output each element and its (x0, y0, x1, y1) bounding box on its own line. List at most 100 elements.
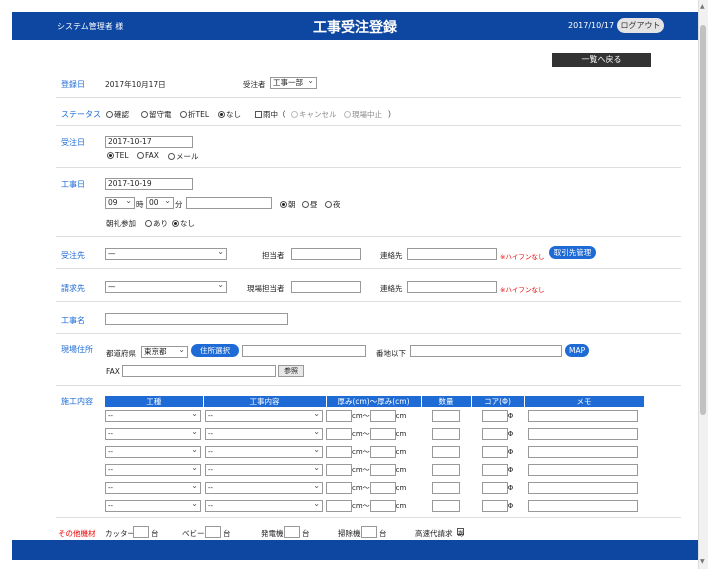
status-radio-cancel[interactable]: キャンセル (291, 109, 337, 120)
status-radio-none[interactable]: なし (218, 109, 241, 120)
work-type-select[interactable]: -- (105, 409, 201, 422)
thickness-from-input[interactable] (326, 500, 352, 512)
reference-button[interactable]: 参照 (278, 365, 304, 377)
header-date: 2017/10/17 (568, 21, 615, 30)
work-type-select[interactable]: -- (105, 445, 201, 458)
cutter-input[interactable] (133, 526, 149, 538)
generator-label: 発電機 (261, 529, 284, 538)
quantity-input[interactable] (432, 464, 460, 476)
thickness-to-input[interactable] (369, 410, 396, 422)
quantity-input[interactable] (432, 410, 460, 422)
core-input[interactable] (481, 500, 508, 512)
thickness-to-input[interactable] (369, 482, 396, 494)
baby-input[interactable] (205, 526, 221, 538)
phi-label: Φ (507, 430, 514, 438)
time-radio-morning[interactable]: 朝 (280, 199, 296, 210)
quantity-input[interactable] (432, 500, 460, 512)
work-content-select[interactable]: -- (205, 445, 323, 458)
divider (56, 517, 681, 518)
core-input[interactable] (481, 482, 508, 494)
scroll-down-icon[interactable]: ▼ (700, 558, 705, 565)
order-date-input[interactable]: 2017-10-17 (105, 136, 193, 148)
hour-select[interactable]: 09 (105, 197, 135, 209)
divider (56, 236, 681, 237)
work-type-select[interactable]: -- (105, 463, 201, 476)
quantity-input[interactable] (432, 446, 460, 458)
memo-input[interactable] (528, 428, 638, 440)
logout-button[interactable]: ログアウト (617, 18, 664, 33)
billing-select[interactable]: — (105, 281, 227, 293)
client-manage-button[interactable]: 取引先管理 (549, 246, 596, 259)
status-radio-site-stop[interactable]: 現場中止 (344, 109, 382, 120)
status-radio-voicemail[interactable]: 留守電 (141, 109, 172, 120)
work-type-select[interactable]: -- (105, 427, 201, 440)
quantity-input[interactable] (432, 482, 460, 494)
quantity-input[interactable] (432, 428, 460, 440)
thickness-from-input[interactable] (326, 446, 352, 458)
thickness-from-input[interactable] (326, 464, 352, 476)
fax-label: FAX (106, 367, 120, 376)
fax-input[interactable] (122, 365, 276, 377)
work-date-input[interactable]: 2017-10-19 (105, 178, 193, 190)
receiver-select[interactable]: 工事一部 (270, 77, 317, 89)
status-radio-confirm[interactable]: 確認 (106, 109, 129, 120)
work-time-input[interactable] (186, 197, 272, 209)
address-select-button[interactable]: 住所選択 (191, 344, 239, 357)
work-content-select[interactable]: -- (205, 463, 323, 476)
radio-icon (325, 201, 332, 208)
thickness-to-input[interactable] (369, 464, 396, 476)
prefecture-select[interactable]: 東京都 (141, 346, 188, 358)
construction-table: 工種 工事内容 厚み(cm)～厚み(cm) 数量 コア(Φ) メモ -- -- cm… (105, 396, 645, 515)
core-input[interactable] (481, 428, 508, 440)
client-select[interactable]: — (105, 248, 227, 260)
memo-input[interactable] (528, 464, 638, 476)
thickness-to-input[interactable] (369, 428, 396, 440)
client-contact-input[interactable] (407, 248, 497, 260)
assembly-radio-no[interactable]: なし (172, 218, 195, 229)
client-person-input[interactable] (291, 248, 361, 260)
thickness-from-input[interactable] (326, 410, 352, 422)
map-button[interactable]: MAP (565, 344, 589, 357)
memo-input[interactable] (528, 482, 638, 494)
billing-contact-input[interactable] (407, 281, 497, 293)
memo-input[interactable] (528, 446, 638, 458)
thickness-to-input[interactable] (369, 446, 396, 458)
scroll-up-icon[interactable]: ▲ (700, 3, 705, 10)
memo-input[interactable] (528, 500, 638, 512)
work-content-select[interactable]: -- (205, 481, 323, 494)
core-input[interactable] (481, 410, 508, 422)
work-content-select[interactable]: -- (205, 427, 323, 440)
work-name-input[interactable] (105, 313, 288, 325)
assembly-radio-yes[interactable]: あり (145, 218, 168, 229)
status-label: ステータス (61, 110, 101, 119)
minute-select[interactable]: 00 (146, 197, 174, 209)
divider (56, 385, 681, 386)
memo-input[interactable] (528, 410, 638, 422)
billing-person-input[interactable] (291, 281, 361, 293)
thickness-from-input[interactable] (326, 428, 352, 440)
core-input[interactable] (481, 464, 508, 476)
work-type-select[interactable]: -- (105, 499, 201, 512)
thickness-from-input[interactable] (326, 482, 352, 494)
unit-label: 台 (151, 529, 159, 538)
generator-input[interactable] (284, 526, 300, 538)
rain-checkbox[interactable]: 雨中（ (255, 109, 286, 120)
status-radio-callback[interactable]: 折TEL (180, 109, 209, 120)
table-row: -- -- cm～ cm Φ (105, 443, 644, 461)
work-type-select[interactable]: -- (105, 481, 201, 494)
contact-radio-mail[interactable]: メール (168, 151, 199, 162)
street-input[interactable] (410, 345, 562, 357)
back-to-list-button[interactable]: 一覧へ戻る (552, 53, 651, 67)
time-radio-night[interactable]: 夜 (325, 199, 341, 210)
core-input[interactable] (481, 446, 508, 458)
scrollbar-thumb[interactable] (700, 25, 706, 415)
cleaner-input[interactable] (361, 526, 377, 538)
contact-radio-tel[interactable]: TEL (107, 151, 129, 160)
address-input[interactable] (242, 345, 366, 357)
work-content-select[interactable]: -- (205, 499, 323, 512)
cleaner-label: 掃除機 (338, 529, 361, 538)
contact-radio-fax[interactable]: FAX (137, 151, 159, 160)
work-content-select[interactable]: -- (205, 409, 323, 422)
thickness-to-input[interactable] (369, 500, 396, 512)
time-radio-noon[interactable]: 昼 (302, 199, 318, 210)
